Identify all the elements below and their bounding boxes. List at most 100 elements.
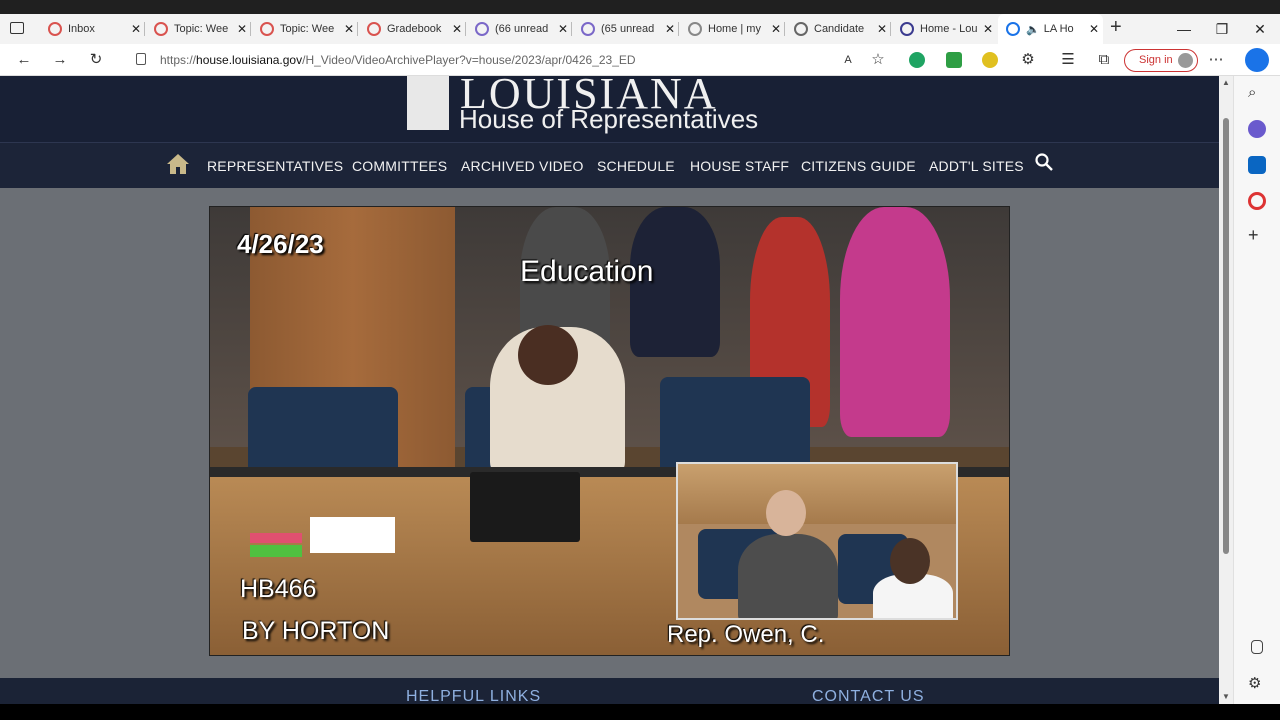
tab-label: Candidate — [814, 23, 865, 35]
bing-copilot-icon[interactable] — [1245, 48, 1269, 72]
browser-tab[interactable]: Home | my ✕ — [680, 14, 785, 44]
tab-label: Gradebook — [387, 23, 442, 35]
tab-favicon-icon — [154, 22, 168, 36]
nav-representatives[interactable]: REPRESENTATIVES — [207, 158, 343, 174]
browser-tab[interactable]: 🔈 LA Ho ✕ — [998, 14, 1103, 44]
grammarly-extension-icon[interactable] — [909, 52, 925, 68]
tab-separator — [784, 22, 785, 36]
contact-us-heading: CONTACT US — [812, 688, 925, 704]
tab-favicon-icon — [688, 22, 702, 36]
speaker-person — [738, 534, 838, 618]
scroll-down-icon[interactable]: ▼ — [1222, 692, 1230, 701]
edge-sidebar: ⌕ + ⚙ — [1233, 76, 1280, 704]
tab-favicon-icon — [475, 22, 489, 36]
outlook-icon[interactable] — [1248, 156, 1266, 174]
minimize-icon[interactable]: — — [1165, 14, 1203, 44]
video-committee: Education — [520, 255, 654, 288]
tab-strip: Inbox ✕ Topic: Wee ✕ Topic: Wee ✕ Gradebook ✕ (6… — [0, 14, 1280, 44]
search-icon[interactable] — [1035, 153, 1053, 171]
copilot-sidebar-icon[interactable] — [1248, 120, 1266, 138]
browser-tab[interactable]: Inbox ✕ — [40, 14, 145, 44]
tab-separator — [250, 22, 251, 36]
extensions-puzzle-icon[interactable]: ⚙ — [1016, 50, 1040, 70]
tab-audio-icon[interactable]: 🔈 — [1026, 23, 1040, 36]
tab-label: Topic: Wee — [280, 23, 335, 35]
url-field[interactable]: https://house.louisiana.gov/H_Video/Vide… — [160, 48, 940, 72]
close-tab-icon[interactable]: ✕ — [127, 22, 145, 36]
tab-favicon-icon — [900, 22, 914, 36]
video-bill: HB466 — [240, 575, 317, 603]
favorite-star-icon[interactable]: ☆ — [866, 50, 890, 70]
forward-button[interactable]: → — [48, 50, 72, 70]
restore-icon[interactable]: ❐ — [1203, 14, 1241, 44]
taskbar-edge — [0, 704, 1280, 720]
browser-tab[interactable]: (66 unread ✕ — [467, 14, 572, 44]
collections-icon[interactable]: ⧉ — [1092, 50, 1116, 70]
search-sidebar-icon[interactable]: ⌕ — [1248, 84, 1266, 102]
browser-tab[interactable]: Home - Lou ✕ — [892, 14, 997, 44]
tab-actions-icon[interactable] — [10, 22, 24, 34]
tab-label: (66 unread — [495, 23, 549, 35]
office-icon[interactable] — [1248, 192, 1266, 210]
close-tab-icon[interactable]: ✕ — [767, 22, 785, 36]
read-aloud-icon[interactable]: A — [836, 50, 860, 70]
tab-favicon-icon — [581, 22, 595, 36]
video-player[interactable]: 4/26/23 Education HB466 BY HORTON Rep. O… — [209, 206, 1010, 656]
tab-label: Home - Lou — [920, 23, 978, 35]
pip-desk — [678, 464, 956, 524]
close-tab-icon[interactable]: ✕ — [448, 22, 466, 36]
browser-tab[interactable]: (65 unread ✕ — [573, 14, 679, 44]
page-scrollbar[interactable]: ▲ ▼ — [1219, 76, 1233, 704]
scrollbar-thumb[interactable] — [1223, 118, 1229, 554]
lock-icon[interactable] — [136, 53, 146, 65]
home-icon[interactable] — [166, 153, 190, 175]
close-tab-icon[interactable]: ✕ — [979, 22, 997, 36]
browser-tab[interactable]: Candidate ✕ — [786, 14, 891, 44]
back-button[interactable]: ← — [12, 50, 36, 70]
new-tab-button[interactable]: + — [1110, 16, 1122, 39]
nav-addtl-sites[interactable]: ADDT'L SITES — [929, 158, 1024, 174]
close-tab-icon[interactable]: ✕ — [661, 22, 679, 36]
nav-committees[interactable]: COMMITTEES — [352, 158, 447, 174]
browser-tab[interactable]: Gradebook ✕ — [359, 14, 466, 44]
check-extension-icon[interactable] — [946, 52, 962, 68]
browser-tab[interactable]: Topic: Wee ✕ — [252, 14, 358, 44]
capitol-logo-icon — [407, 76, 449, 130]
scroll-up-icon[interactable]: ▲ — [1222, 78, 1230, 87]
close-tab-icon[interactable]: ✕ — [233, 22, 251, 36]
close-tab-icon[interactable]: ✕ — [340, 22, 358, 36]
tab-label: (65 unread — [601, 23, 655, 35]
browser-tab[interactable]: Topic: Wee ✕ — [146, 14, 251, 44]
close-tab-icon[interactable]: ✕ — [1085, 22, 1103, 36]
favorites-icon[interactable]: ☰ — [1056, 50, 1080, 70]
tab-favicon-icon — [260, 22, 274, 36]
nav-schedule[interactable]: SCHEDULE — [597, 158, 675, 174]
refresh-button[interactable]: ↻ — [84, 50, 108, 70]
tab-label: Topic: Wee — [174, 23, 229, 35]
settings-gear-icon[interactable]: ⚙ — [1248, 674, 1266, 692]
main-navigation: REPRESENTATIVES COMMITTEES ARCHIVED VIDE… — [0, 142, 1219, 188]
tab-separator — [890, 22, 891, 36]
tab-label: Inbox — [68, 23, 95, 35]
extension-icon[interactable] — [982, 52, 998, 68]
papers — [310, 517, 395, 553]
close-window-icon[interactable]: ✕ — [1241, 14, 1279, 44]
video-author: BY HORTON — [242, 617, 390, 645]
nav-house-staff[interactable]: HOUSE STAFF — [690, 158, 789, 174]
close-tab-icon[interactable]: ✕ — [873, 22, 891, 36]
picture-in-picture-inset — [676, 462, 958, 620]
add-sidebar-icon[interactable]: + — [1248, 226, 1266, 244]
logo-subtitle: House of Representatives — [459, 104, 759, 134]
tab-label: Home | my — [708, 23, 761, 35]
split-screen-icon[interactable] — [1251, 640, 1263, 654]
tab-separator — [465, 22, 466, 36]
nav-citizens-guide[interactable]: CITIZENS GUIDE — [801, 158, 916, 174]
tab-separator — [678, 22, 679, 36]
site-footer: HELPFUL LINKS CONTACT US — [0, 678, 1219, 704]
tab-favicon-icon — [794, 22, 808, 36]
video-date: 4/26/23 — [237, 229, 324, 259]
nav-archived-video[interactable]: ARCHIVED VIDEO — [461, 158, 584, 174]
more-menu-icon[interactable]: ⋯ — [1204, 50, 1228, 70]
close-tab-icon[interactable]: ✕ — [554, 22, 572, 36]
sign-in-button[interactable]: Sign in — [1124, 49, 1198, 72]
